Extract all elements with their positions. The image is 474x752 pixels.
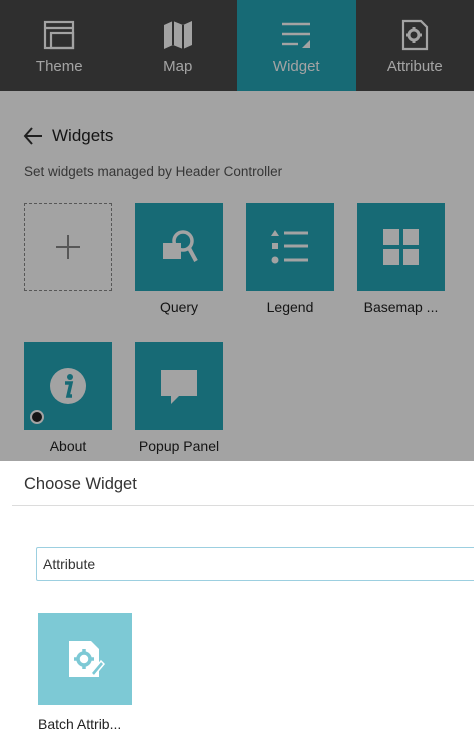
- batch-attribute-icon: [69, 641, 105, 678]
- dialog-divider: [12, 505, 474, 506]
- dialog-title: Choose Widget: [24, 475, 137, 493]
- widget-search-input[interactable]: [36, 547, 474, 581]
- choose-widget-dialog: Choose Widget Batch Attrib...: [0, 461, 474, 752]
- result-label-batch-attribute: Batch Attrib...: [38, 716, 122, 732]
- result-tile-batch-attribute[interactable]: Batch Attrib...: [38, 613, 134, 732]
- modal-overlay[interactable]: [0, 0, 474, 461]
